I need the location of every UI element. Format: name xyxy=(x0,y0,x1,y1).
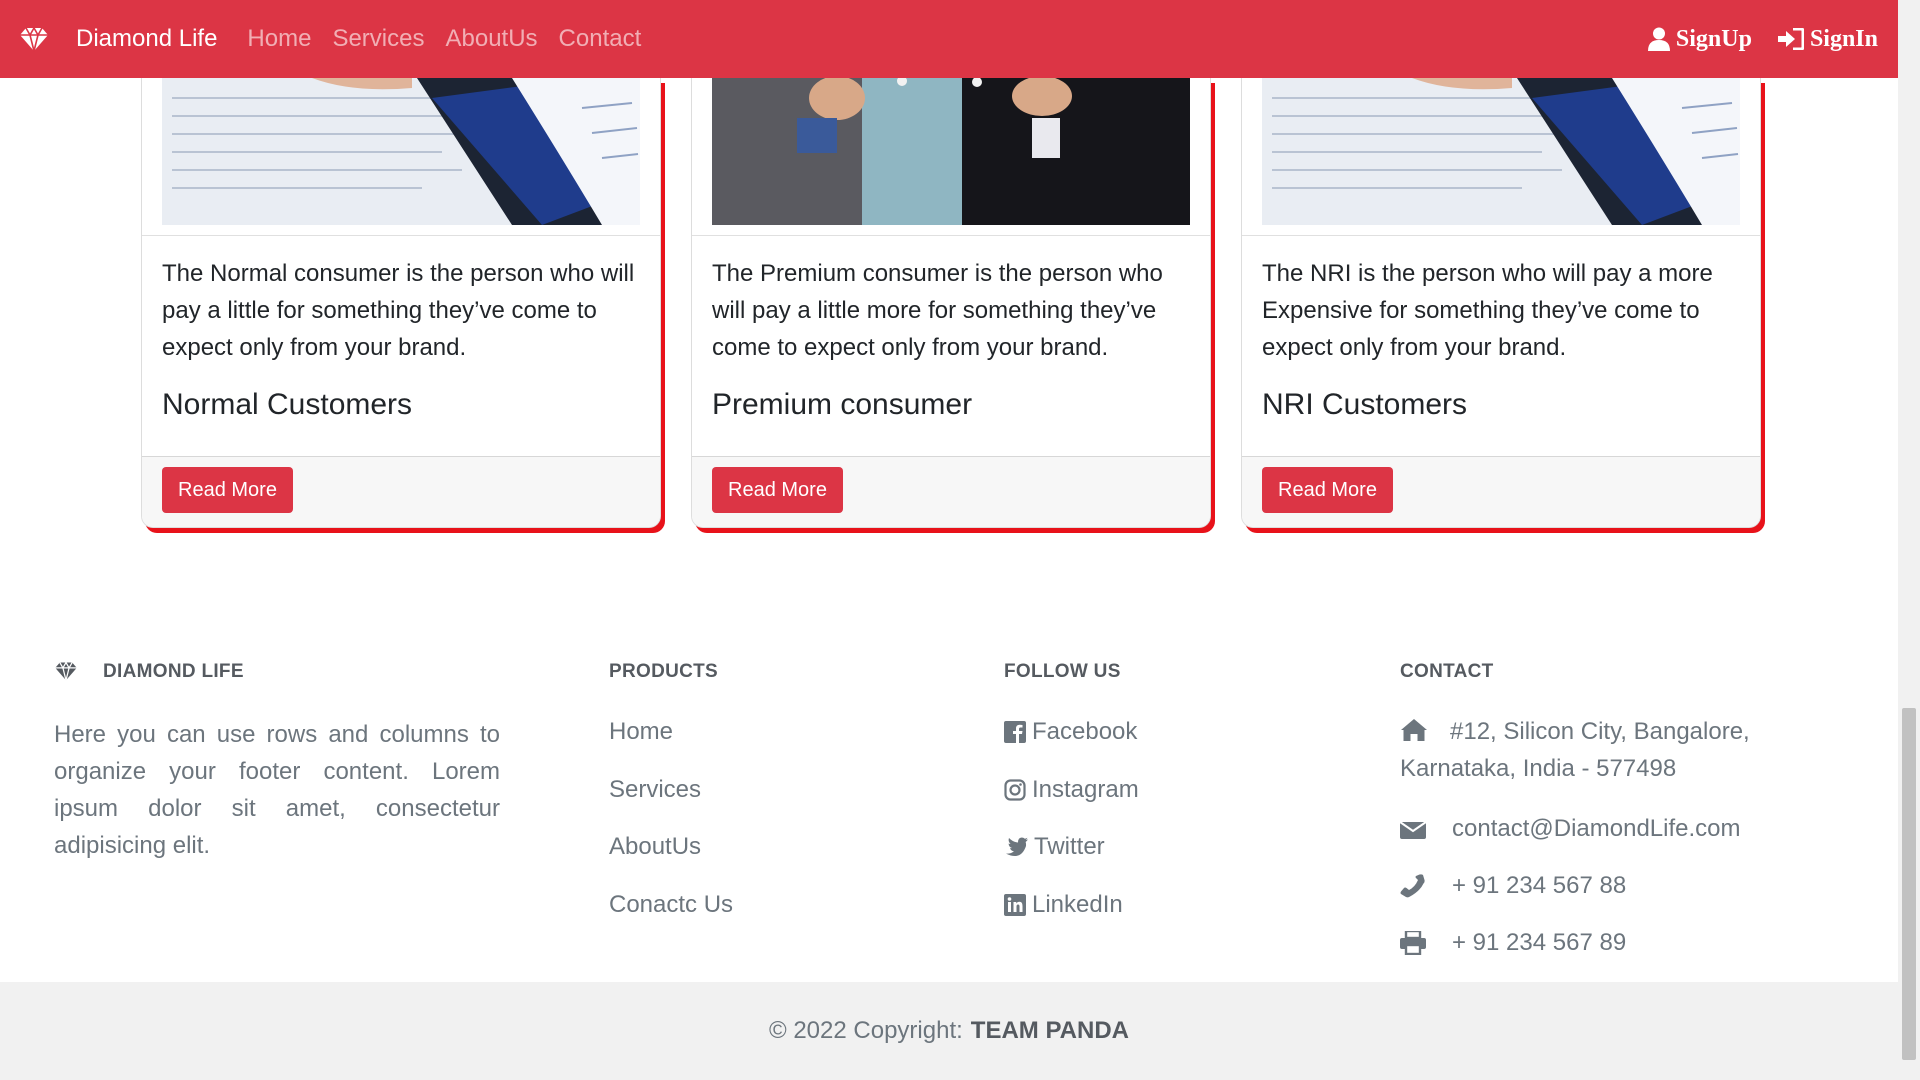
footer-follow-heading: FOLLOW US xyxy=(1004,661,1121,682)
card-divider xyxy=(142,235,660,236)
card-premium-consumer: The Premium consumer is the person who w… xyxy=(691,78,1211,528)
card-image-documents xyxy=(162,78,640,225)
footer-link-instagram[interactable]: Instagram xyxy=(1004,776,1139,804)
contact-address: #12, Silicon City, Bangalore, Karnataka,… xyxy=(1400,713,1820,787)
brand[interactable]: Diamond Life xyxy=(18,25,217,53)
card-description: The Premium consumer is the person who w… xyxy=(712,260,1163,361)
signin-button[interactable]: SignIn xyxy=(1777,25,1878,53)
instagram-icon xyxy=(1004,779,1026,801)
footer-link-home[interactable]: Home xyxy=(609,718,673,746)
copyright-text: © 2022 Copyright: xyxy=(768,1017,963,1044)
card-divider xyxy=(692,235,1210,236)
footer-link-contact-us[interactable]: Conactc Us xyxy=(609,891,733,919)
card-footer: Read More xyxy=(142,456,660,527)
vertical-scrollbar[interactable] xyxy=(1898,0,1920,1080)
nav-link-home[interactable]: Home xyxy=(247,25,311,53)
user-icon xyxy=(1647,27,1670,51)
footer-contact-heading: CONTACT xyxy=(1400,661,1494,682)
instagram-label: Instagram xyxy=(1032,776,1139,803)
address-text: #12, Silicon City, Bangalore, Karnataka,… xyxy=(1400,718,1750,782)
nav-link-contact[interactable]: Contact xyxy=(559,25,642,53)
card-title: NRI Customers xyxy=(1262,388,1468,421)
scrollbar-thumb[interactable] xyxy=(1902,708,1916,1060)
customer-cards: The Normal consumer is the person who wi… xyxy=(0,0,1898,560)
contact-fax: + 91 234 567 89 xyxy=(1400,924,1626,961)
phone-text: + 91 234 567 88 xyxy=(1452,872,1627,899)
card-title: Premium consumer xyxy=(712,388,973,421)
signup-button[interactable]: SignUp xyxy=(1647,25,1752,53)
card-description: The NRI is the person who will pay a mor… xyxy=(1262,260,1713,361)
sign-in-icon xyxy=(1777,28,1804,50)
card-normal-customers: The Normal consumer is the person who wi… xyxy=(141,78,661,528)
footer-about-text: Here you can use rows and columns to org… xyxy=(54,721,500,859)
signin-label: SignIn xyxy=(1809,25,1878,52)
read-more-button[interactable]: Read More xyxy=(712,467,843,513)
footer-link-services[interactable]: Services xyxy=(609,776,701,804)
diamond-icon xyxy=(18,25,50,53)
card-footer: Read More xyxy=(692,456,1210,527)
card-image-documents xyxy=(1262,78,1740,225)
email-text[interactable]: contact@DiamondLife.com xyxy=(1452,810,1741,847)
envelope-icon xyxy=(1400,810,1452,847)
footer-brand-heading: DIAMOND LIFE xyxy=(103,661,244,682)
phone-icon xyxy=(1400,867,1452,904)
copyright-bar: © 2022 Copyright: TEAM PANDA xyxy=(0,982,1898,1080)
auth-links: SignUp SignIn xyxy=(1622,26,1878,53)
signup-label: SignUp xyxy=(1675,25,1752,52)
home-icon xyxy=(1401,719,1427,741)
fax-text: + 91 234 567 89 xyxy=(1452,929,1627,956)
copyright-owner[interactable]: TEAM PANDA xyxy=(971,1017,1129,1045)
card-nri-customers: The NRI is the person who will pay a mor… xyxy=(1241,78,1761,528)
card-title: Normal Customers xyxy=(162,388,413,421)
twitter-icon xyxy=(1006,837,1028,857)
nav-link-services[interactable]: Services xyxy=(332,25,424,53)
card-divider xyxy=(1242,235,1760,236)
contact-email: contact@DiamondLife.com xyxy=(1400,810,1741,847)
footer-link-aboutus[interactable]: AboutUs xyxy=(609,833,701,861)
top-navbar: Diamond Life Home Services AboutUs Conta… xyxy=(0,0,1898,78)
footer-link-twitter[interactable]: Twitter xyxy=(1004,833,1105,861)
card-footer: Read More xyxy=(1242,456,1760,527)
twitter-label: Twitter xyxy=(1034,833,1105,860)
contact-phone: + 91 234 567 88 xyxy=(1400,867,1626,904)
facebook-icon xyxy=(1004,721,1026,743)
linkedin-label: LinkedIn xyxy=(1032,891,1123,918)
printer-icon xyxy=(1400,924,1452,961)
diamond-icon xyxy=(54,661,78,686)
card-description: The Normal consumer is the person who wi… xyxy=(162,260,635,361)
site-footer: DIAMOND LIFE Here you can use rows and c… xyxy=(0,560,1898,982)
read-more-button[interactable]: Read More xyxy=(1262,467,1393,513)
card-image-business-people xyxy=(712,78,1190,225)
nav-link-aboutus[interactable]: AboutUs xyxy=(445,25,537,53)
footer-link-linkedin[interactable]: LinkedIn xyxy=(1004,891,1123,919)
footer-link-facebook[interactable]: Facebook xyxy=(1004,718,1137,746)
footer-products-heading: PRODUCTS xyxy=(609,661,719,682)
facebook-label: Facebook xyxy=(1032,718,1138,745)
brand-name[interactable]: Diamond Life xyxy=(76,25,217,53)
linkedin-icon xyxy=(1004,894,1026,916)
nav-links: Home Services AboutUs Contact xyxy=(247,25,662,53)
read-more-button[interactable]: Read More xyxy=(162,467,293,513)
